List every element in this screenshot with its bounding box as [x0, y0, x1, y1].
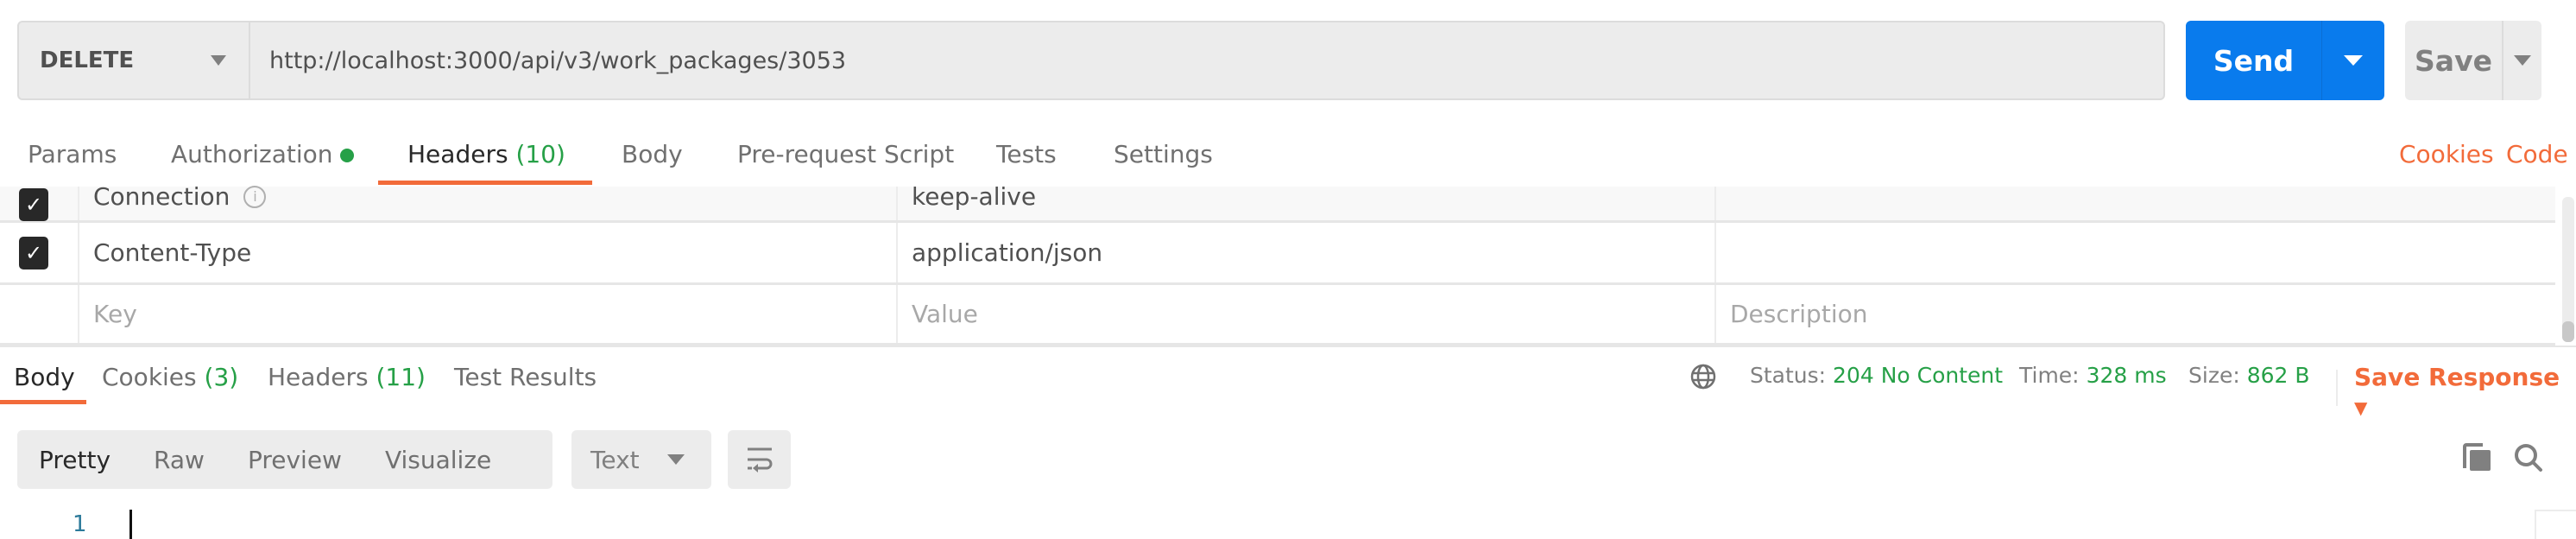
- save-button[interactable]: Save: [2405, 21, 2503, 100]
- info-icon[interactable]: i: [243, 185, 267, 208]
- format-select[interactable]: Text: [571, 430, 711, 489]
- chevron-down-icon: [2514, 55, 2531, 66]
- save-response-button[interactable]: Save Response ▼: [2354, 363, 2576, 420]
- key-input[interactable]: Key: [93, 285, 137, 343]
- tab-tests[interactable]: Tests: [996, 140, 1057, 168]
- table-row: ✓ Content-Type application/json: [0, 223, 2555, 285]
- url-input[interactable]: http://localhost:3000/api/v3/work_packag…: [250, 48, 846, 74]
- editor-gutter-right: [2535, 510, 2576, 539]
- save-options-button[interactable]: [2503, 21, 2541, 100]
- active-tab-indicator: [378, 181, 592, 185]
- send-options-button[interactable]: [2322, 21, 2384, 100]
- wrap-icon: [747, 447, 772, 472]
- response-status: Status: 204 No Content: [1750, 363, 2004, 388]
- response-tab-headers[interactable]: Headers (11): [268, 363, 426, 391]
- save-button-group: Save: [2405, 21, 2541, 100]
- header-value[interactable]: keep-alive: [912, 180, 1036, 213]
- scrollbar-thumb[interactable]: [2562, 321, 2574, 342]
- copy-icon[interactable]: [2462, 442, 2493, 477]
- response-tab-test-results[interactable]: Test Results: [454, 363, 597, 391]
- mode-preview[interactable]: Preview: [226, 446, 363, 474]
- search-icon[interactable]: [2513, 442, 2544, 477]
- mode-visualize[interactable]: Visualize: [363, 446, 513, 474]
- value-input[interactable]: Value: [912, 285, 978, 343]
- request-url-bar: DELETE http://localhost:3000/api/v3/work…: [17, 21, 2165, 100]
- mode-raw[interactable]: Raw: [132, 446, 226, 474]
- code-link[interactable]: Code: [2506, 140, 2568, 168]
- wrap-lines-button[interactable]: [728, 430, 791, 489]
- globe-icon[interactable]: [1689, 363, 1717, 394]
- table-row-new: Key Value Description: [0, 285, 2555, 346]
- table-row: ✓ Connection i keep-alive: [0, 182, 2555, 223]
- mode-pretty[interactable]: Pretty: [17, 446, 132, 474]
- header-key[interactable]: Connection i: [93, 180, 267, 213]
- response-time: Time: 328 ms: [2019, 363, 2167, 388]
- tab-settings[interactable]: Settings: [1114, 140, 1213, 168]
- row-checkbox[interactable]: ✓: [19, 237, 48, 270]
- row-checkbox[interactable]: ✓: [19, 188, 48, 221]
- scrollbar[interactable]: [2562, 197, 2574, 342]
- text-cursor: [129, 510, 132, 539]
- method-select[interactable]: DELETE: [19, 22, 250, 98]
- pane-divider[interactable]: [0, 346, 2576, 347]
- tab-pre-request-script[interactable]: Pre-request Script: [737, 140, 954, 168]
- response-size: Size: 862 B: [2188, 363, 2310, 388]
- response-tab-cookies[interactable]: Cookies (3): [102, 363, 238, 391]
- active-response-tab-indicator: [0, 400, 86, 404]
- body-view-mode-group: Pretty Raw Preview Visualize: [17, 430, 552, 489]
- header-value[interactable]: application/json: [912, 223, 1102, 282]
- send-button[interactable]: Send: [2186, 21, 2322, 100]
- description-input[interactable]: Description: [1730, 285, 1867, 343]
- tab-authorization[interactable]: Authorization: [171, 140, 354, 168]
- chevron-down-icon: [666, 454, 685, 465]
- tab-headers[interactable]: Headers (10): [407, 140, 565, 168]
- send-button-group: Send: [2186, 21, 2384, 100]
- auth-status-dot: [339, 149, 354, 162]
- header-key[interactable]: Content-Type: [93, 223, 251, 282]
- tab-body[interactable]: Body: [622, 140, 683, 168]
- headers-count: (10): [515, 140, 565, 168]
- method-label: DELETE: [40, 48, 135, 73]
- response-tab-body[interactable]: Body: [14, 363, 75, 391]
- chevron-down-icon: [211, 55, 226, 66]
- tab-params[interactable]: Params: [28, 140, 117, 168]
- cookies-link[interactable]: Cookies: [2399, 140, 2494, 168]
- line-number: 1: [73, 511, 87, 537]
- chevron-down-icon: [2344, 55, 2363, 66]
